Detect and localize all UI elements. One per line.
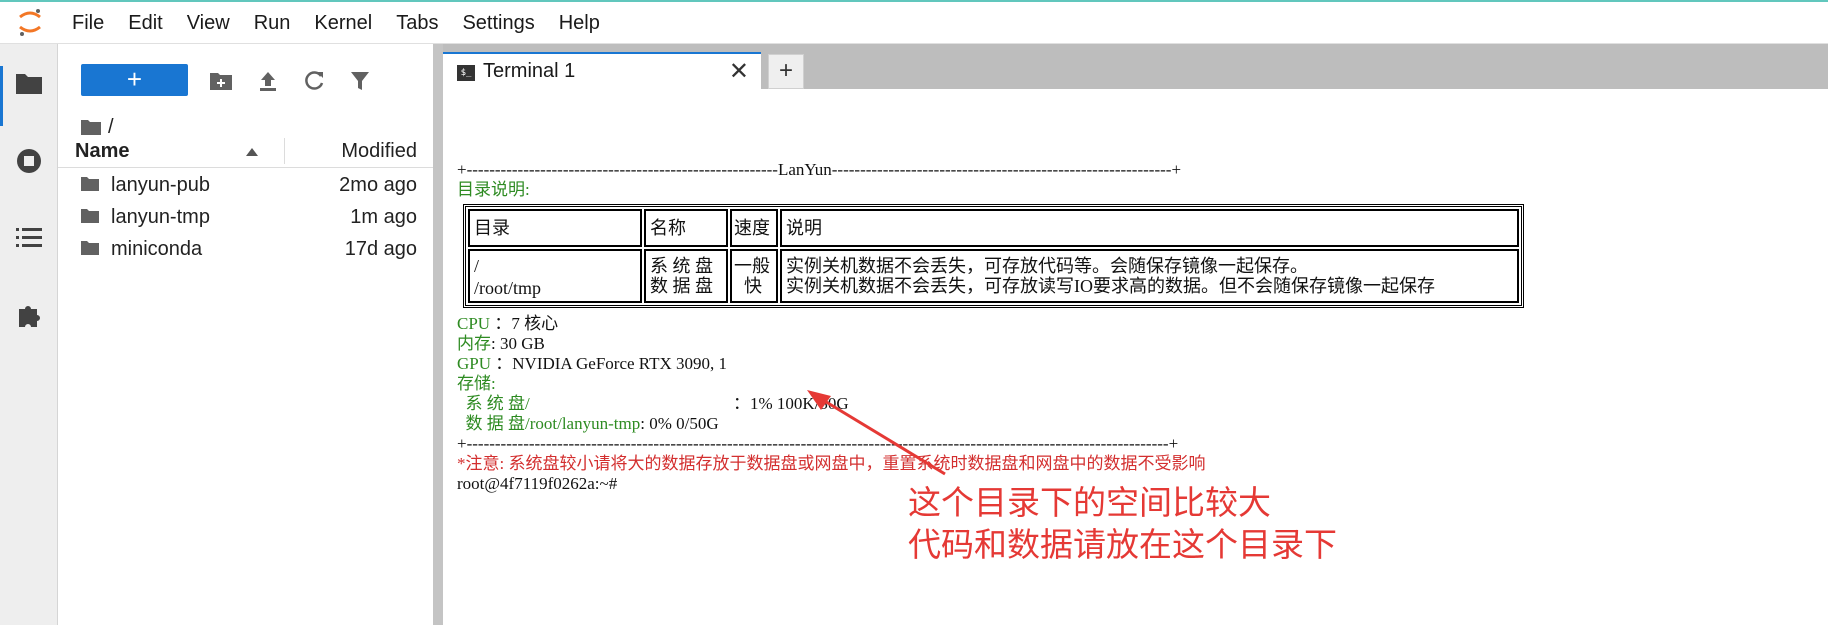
running-icon[interactable] <box>14 146 44 176</box>
annotation-text: 代码和数据请放在这个目录下 <box>908 525 1337 564</box>
gpu-line: GPU ：NVIDIA GeForce RTX 3090, 1 <box>457 354 727 374</box>
menu-view[interactable]: View <box>175 0 242 44</box>
menu-edit[interactable]: Edit <box>116 0 174 44</box>
menu-settings[interactable]: Settings <box>450 0 546 44</box>
file-browser-toolbar: + <box>58 44 433 112</box>
extension-icon[interactable] <box>14 300 44 330</box>
data-disk-line: 数 据 盘/root/lanyun-tmp: 0% 0/50G <box>457 414 719 434</box>
directory-title: 目录说明: <box>457 180 530 199</box>
filter-icon[interactable] <box>347 68 373 94</box>
sort-ascending-icon <box>246 148 258 156</box>
menu-kernel[interactable]: Kernel <box>302 0 384 44</box>
menu-tabs[interactable]: Tabs <box>384 0 450 44</box>
file-name: lanyun-tmp <box>111 206 210 228</box>
new-folder-icon[interactable] <box>208 68 234 94</box>
menu-run[interactable]: Run <box>242 0 303 44</box>
data-disk-label: 数 据 盘/root/lanyun-tmp <box>457 414 641 433</box>
folder-icon[interactable] <box>14 68 44 98</box>
table-cell-text: 快 <box>744 276 762 296</box>
add-tab-button[interactable]: + <box>768 54 804 89</box>
menu-bar: File Edit View Run Kernel Tabs Settings … <box>0 0 1828 44</box>
cpu-line: CPU ：7 核心 <box>457 314 558 334</box>
gpu-label: GPU <box>457 354 492 373</box>
upload-icon[interactable] <box>255 68 281 94</box>
tab-terminal-1[interactable]: $_ Terminal 1 ✕ <box>443 52 761 89</box>
folder-icon <box>81 241 99 255</box>
jupyter-logo-icon[interactable] <box>0 0 60 44</box>
menu-file[interactable]: File <box>60 0 116 44</box>
mem-label: 内存 <box>457 334 491 353</box>
sys-disk-label: 系 统 盘/ <box>457 394 530 413</box>
activity-bar <box>0 44 58 625</box>
table-cell-text: 实例关机数据不会丢失，可存放代码等。会随保存镜像一起保存。 <box>786 256 1308 276</box>
refresh-icon[interactable] <box>301 68 327 94</box>
table-header: 速度 <box>734 218 770 238</box>
top-accent-line <box>0 0 1828 2</box>
cpu-label: CPU <box>457 314 491 333</box>
file-modified: 17d ago <box>344 238 417 260</box>
table-header: 说明 <box>786 218 822 238</box>
folder-icon <box>81 177 99 191</box>
directory-table: 目录 名称 速度 说明 / /root/tmp 系 统 盘 数 据 盘 一般 快… <box>463 204 1524 308</box>
annotation-text: 这个目录下的空间比较大 <box>908 483 1271 522</box>
sys-disk-line: 系 统 盘/：1% 100K/30G <box>457 394 849 414</box>
table-header: 名称 <box>650 218 686 238</box>
file-name: miniconda <box>111 238 203 260</box>
panel-splitter[interactable] <box>433 44 443 625</box>
file-modified: 1m ago <box>350 206 417 228</box>
table-cell-text: /root/tmp <box>474 278 541 298</box>
gpu-value: ：NVIDIA GeForce RTX 3090, 1 <box>495 354 728 373</box>
menu-help[interactable]: Help <box>547 0 612 44</box>
column-separator <box>284 138 285 164</box>
cpu-value: ：7 核心 <box>494 314 559 333</box>
terminal-rule-top: +---------------------------------------… <box>457 160 1182 179</box>
toc-icon[interactable] <box>14 222 44 252</box>
table-header: 目录 <box>474 218 510 238</box>
close-icon[interactable]: ✕ <box>729 57 749 86</box>
list-item[interactable]: miniconda 17d ago <box>58 231 433 268</box>
mem-value: : 30 GB <box>491 334 545 353</box>
table-cell-text: / <box>474 256 480 276</box>
file-name: lanyun-pub <box>111 174 210 196</box>
terminal-icon: $_ <box>457 65 475 81</box>
file-modified: 2mo ago <box>339 174 417 196</box>
tab-label: Terminal 1 <box>483 60 576 82</box>
table-cell-text: 数 据 盘 <box>650 276 713 296</box>
column-modified-header[interactable]: Modified <box>341 140 417 163</box>
table-cell-text: 系 统 盘 <box>650 256 713 276</box>
table-cell-text: 一般 <box>734 256 770 276</box>
tab-bar: $_ Terminal 1 ✕ + <box>443 44 1828 89</box>
file-browser: + / Name Modified lanyun-pub 2mo ago lan… <box>58 44 433 625</box>
shell-prompt: root@4f7119f0262a:~# <box>457 474 618 493</box>
new-launcher-button[interactable]: + <box>81 64 188 96</box>
main-area: $_ Terminal 1 ✕ + +---------------------… <box>443 44 1828 625</box>
column-name-header[interactable]: Name <box>75 140 129 163</box>
active-indicator <box>0 66 3 126</box>
table-cell-text: 实例关机数据不会丢失，可存放读写IO要求高的数据。但不会随保存镜像一起保存 <box>786 276 1435 296</box>
data-disk-value: : 0% 0/50G <box>640 414 719 433</box>
mem-line: 内存: 30 GB <box>457 334 545 354</box>
file-list-header: Name Modified <box>58 134 433 168</box>
storage-label: 存储: <box>457 374 496 393</box>
table-cell <box>780 209 1519 247</box>
folder-icon <box>81 209 99 223</box>
